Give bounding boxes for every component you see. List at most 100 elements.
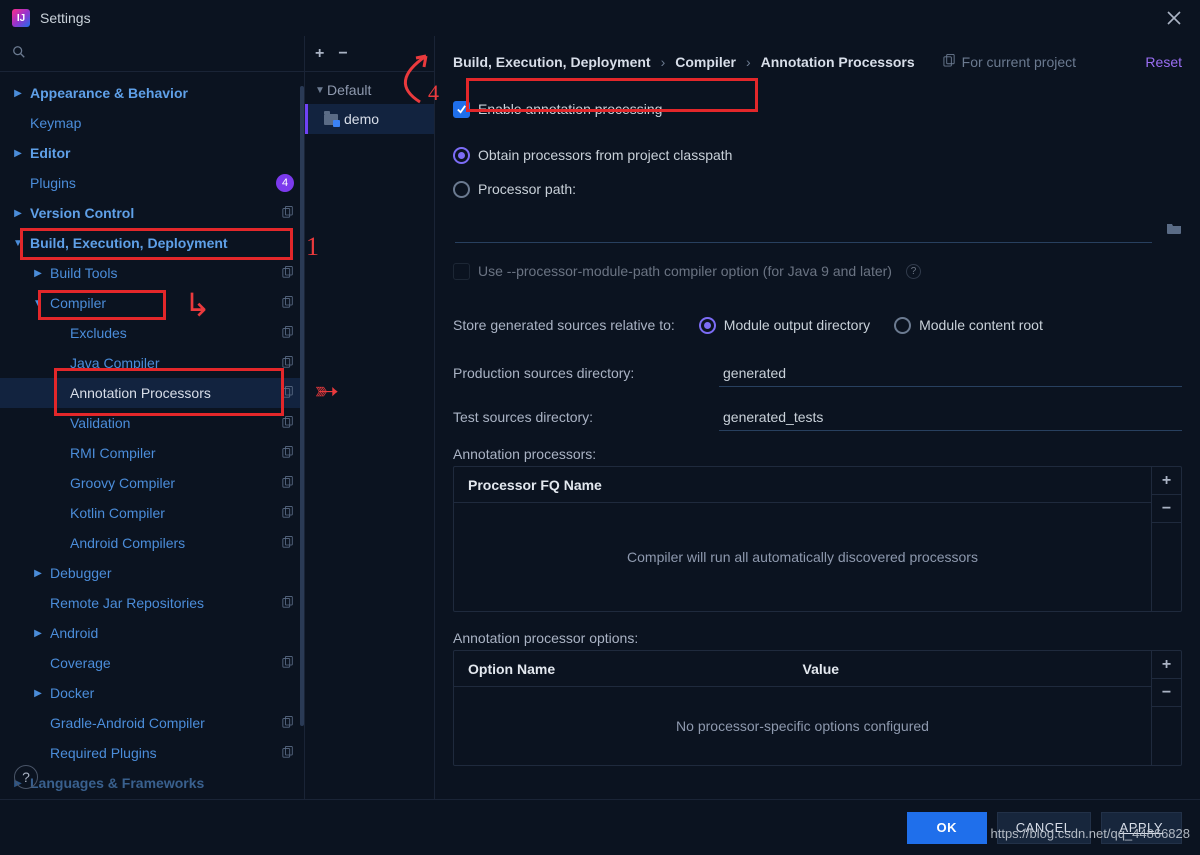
copy-icon [282,476,294,491]
sidebar-item-remote-jar-repositories[interactable]: Remote Jar Repositories [0,588,304,618]
sidebar-item-label: Docker [50,685,294,701]
copy-icon [282,416,294,431]
sidebar-item-label: Version Control [30,205,278,221]
add-profile-button[interactable]: + [315,45,324,63]
breadcrumb: Build, Execution, Deployment › Compiler … [453,54,915,70]
sidebar-item-android-compilers[interactable]: Android Compilers [0,528,304,558]
remove-option-button[interactable]: − [1152,679,1182,707]
sidebar-item-editor[interactable]: ▶ Editor [0,138,304,168]
caret-icon: ▶ [10,148,26,159]
sidebar-item-rmi-compiler[interactable]: RMI Compiler [0,438,304,468]
crumb-compiler[interactable]: Compiler [675,54,736,70]
dialog-button-bar: OK CANCEL APPLY [0,799,1200,855]
for-current-project-label: For current project [943,54,1076,70]
enable-annotation-processing-checkbox[interactable] [453,101,470,118]
remove-processor-button[interactable]: − [1152,495,1182,523]
sidebar-item-version-control[interactable]: ▶ Version Control [0,198,304,228]
window-title: Settings [40,10,91,26]
module-content-radio[interactable] [894,317,911,334]
copy-icon [282,206,294,221]
profile-module-label: demo [344,111,379,127]
sidebar-item-gradle-android-compiler[interactable]: Gradle-Android Compiler [0,708,304,738]
module-output-radio[interactable] [699,317,716,334]
sidebar-item-java-compiler[interactable]: Java Compiler [0,348,304,378]
copy-icon [282,446,294,461]
copy-icon [282,596,294,611]
add-option-button[interactable]: + [1152,651,1182,679]
sidebar-item-build-execution-deployment[interactable]: ▼Build, Execution, Deployment [0,228,304,258]
browse-path-button[interactable] [1166,221,1182,237]
sidebar-item-label: Build Tools [50,265,278,281]
copy-icon [943,54,956,70]
sidebar-item-keymap[interactable]: Keymap [0,108,304,138]
caret-icon: ▶ [10,208,26,219]
add-processor-button[interactable]: + [1152,467,1182,495]
obtain-label: Obtain processors from project classpath [478,147,732,163]
prod-dir-label: Production sources directory: [453,365,703,381]
sidebar-item-label: RMI Compiler [70,445,278,461]
processors-empty: Compiler will run all automatically disc… [454,503,1151,611]
copy-icon [282,326,294,341]
copy-icon [282,506,294,521]
chevron-right-icon: › [661,54,666,70]
test-dir-input[interactable] [719,403,1182,431]
sidebar-item-label: Kotlin Compiler [70,505,278,521]
sidebar-item-coverage[interactable]: Coverage [0,648,304,678]
profile-default[interactable]: ▼ Default [305,76,434,104]
options-empty: No processor-specific options configured [454,687,1151,765]
sidebar-item-annotation-processors[interactable]: Annotation Processors [0,378,304,408]
module-content-label: Module content root [919,317,1043,333]
sidebar-item-label: Remote Jar Repositories [50,595,278,611]
crumb-bed[interactable]: Build, Execution, Deployment [453,54,651,70]
remove-profile-button[interactable]: − [338,45,347,63]
prod-dir-input[interactable] [719,359,1182,387]
sidebar-item-debugger[interactable]: ▶Debugger [0,558,304,588]
copy-icon [282,536,294,551]
sidebar-item-excludes[interactable]: Excludes [0,318,304,348]
sidebar-item-compiler[interactable]: ▼Compiler [0,288,304,318]
sidebar-item-build-tools[interactable]: ▶ Build Tools [0,258,304,288]
sidebar-item-docker[interactable]: ▶Docker [0,678,304,708]
obtain-from-classpath-radio[interactable] [453,147,470,164]
sidebar-item-groovy-compiler[interactable]: Groovy Compiler [0,468,304,498]
sidebar-item-label: Android Compilers [70,535,278,551]
processors-section-label: Annotation processors: [453,446,1182,462]
options-table: Option Name Value No processor-specific … [453,650,1182,766]
sidebar-item-label: Editor [30,145,294,161]
sidebar-item-label: Groovy Compiler [70,475,278,491]
copy-icon [282,746,294,761]
reset-link[interactable]: Reset [1145,54,1182,70]
apply-button[interactable]: APPLY [1101,812,1182,844]
settings-tree[interactable]: ▶Appearance & BehaviorKeymap▶EditorPlugi… [0,72,304,799]
sidebar-item-label: Appearance & Behavior [30,85,294,101]
search-input[interactable] [32,43,292,65]
profile-panel: + − ▼ Default demo [305,36,435,799]
cancel-button[interactable]: CANCEL [997,812,1091,844]
caret-icon: ▶ [30,268,46,279]
copy-icon [282,356,294,371]
help-button[interactable]: ? [14,765,38,789]
ok-button[interactable]: OK [907,812,987,844]
test-dir-label: Test sources directory: [453,409,703,425]
copy-icon [282,296,294,311]
sidebar-item-android[interactable]: ▶Android [0,618,304,648]
sidebar-item-label: Coverage [50,655,278,671]
sidebar-item-label: Debugger [50,565,294,581]
sidebar-item-kotlin-compiler[interactable]: Kotlin Compiler [0,498,304,528]
sidebar-item-validation[interactable]: Validation [0,408,304,438]
sidebar-item-label: Gradle-Android Compiler [50,715,278,731]
help-icon[interactable]: ? [906,264,921,279]
close-button[interactable] [1160,4,1188,32]
sidebar-item-languages-frameworks[interactable]: ▶Languages & Frameworks [0,768,304,798]
scrollbar[interactable] [300,86,304,726]
copy-icon [282,656,294,671]
search-icon [12,45,26,62]
sidebar-item-appearance-behavior[interactable]: ▶Appearance & Behavior [0,78,304,108]
module-output-label: Module output directory [724,317,870,333]
sidebar-item-plugins[interactable]: Plugins4 [0,168,304,198]
profile-module-demo[interactable]: demo [305,104,434,134]
processors-header: Processor FQ Name [454,467,1151,503]
sidebar-item-required-plugins[interactable]: Required Plugins [0,738,304,768]
processor-path-radio[interactable] [453,181,470,198]
options-col-name: Option Name [468,661,803,677]
